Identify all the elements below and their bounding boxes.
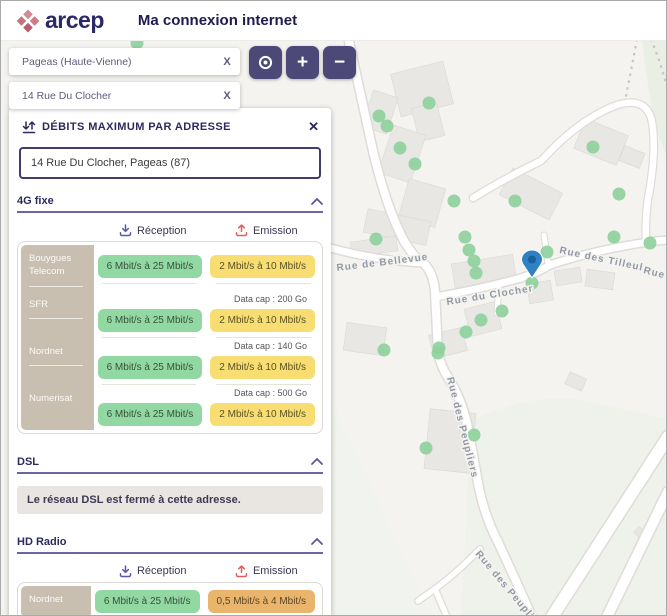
table-row: Bouygues Telecom 6 Mbit/s à 25 Mbit/s 2 … bbox=[21, 245, 319, 291]
address-input-small[interactable] bbox=[9, 90, 214, 102]
emission-column-header: Emission bbox=[210, 565, 324, 578]
arcep-logo[interactable]: arcep bbox=[15, 7, 104, 34]
operator-cell: SFR bbox=[21, 291, 94, 338]
reception-badge: 6 Mbit/s à 25 Mbit/s bbox=[98, 403, 203, 426]
reception-label: Réception bbox=[137, 225, 187, 237]
operator-cell: Bouygues Telecom bbox=[21, 245, 94, 291]
dsl-closed-notice: Le réseau DSL est fermé à cette adresse. bbox=[17, 486, 323, 514]
reception-badge: 6 Mbit/s à 25 Mbit/s bbox=[95, 590, 200, 613]
section-dsl-title: DSL bbox=[17, 456, 39, 468]
emission-label: Emission bbox=[253, 565, 298, 577]
download-icon bbox=[119, 224, 132, 237]
table-row: Numerisat Data cap : 500 Go 6 Mbit/s à 2… bbox=[21, 385, 319, 430]
clear-address-icon[interactable]: X bbox=[214, 90, 240, 102]
zoom-in-button[interactable]: + bbox=[286, 46, 319, 79]
emission-badge: 2 Mbit/s à 10 Mbit/s bbox=[210, 403, 315, 426]
app-header: arcep Ma connexion internet bbox=[1, 1, 667, 41]
upload-icon bbox=[235, 565, 248, 578]
target-icon bbox=[257, 54, 274, 71]
emission-badge: 2 Mbit/s à 10 Mbit/s bbox=[210, 255, 315, 278]
close-icon[interactable]: ✕ bbox=[308, 119, 319, 135]
column-headers-hd-radio: Réception Emission bbox=[17, 565, 323, 578]
arcep-logo-icon bbox=[15, 8, 41, 34]
zoom-out-button[interactable]: − bbox=[323, 46, 356, 79]
section-4g-fixe[interactable]: 4G fixe bbox=[17, 195, 323, 213]
reception-column-header: Réception bbox=[96, 565, 210, 578]
section-hd-radio-title: HD Radio bbox=[17, 536, 67, 548]
app-window: Rue de Bellevue Rue des Tilleuls Rue d R… bbox=[0, 0, 667, 616]
reception-badge: 6 Mbit/s à 25 Mbit/s bbox=[98, 255, 203, 278]
address-search-field[interactable]: X bbox=[9, 82, 240, 109]
chevron-up-icon[interactable] bbox=[311, 198, 323, 205]
upload-icon bbox=[235, 224, 248, 237]
locate-button[interactable] bbox=[249, 46, 282, 79]
operator-cell: Nordnet bbox=[21, 586, 91, 616]
data-cap: Data cap : 200 Go bbox=[94, 291, 319, 305]
emission-column-header: Emission bbox=[210, 224, 324, 237]
reception-column-header: Réception bbox=[96, 224, 210, 237]
table-row: Nordnet 6 Mbit/s à 25 Mbit/s 0,5 Mbit/s … bbox=[21, 586, 319, 616]
logo-text: arcep bbox=[45, 7, 104, 34]
table-row: SFR Data cap : 200 Go 6 Mbit/s à 25 Mbit… bbox=[21, 291, 319, 338]
emission-badge: 2 Mbit/s à 10 Mbit/s bbox=[210, 309, 315, 332]
map-controls: + − bbox=[249, 46, 356, 79]
panel-title: DÉBITS MAXIMUM PAR ADRESSE bbox=[42, 121, 231, 133]
commune-input[interactable] bbox=[9, 56, 214, 68]
section-dsl[interactable]: DSL bbox=[17, 456, 323, 474]
reception-badge: 6 Mbit/s à 25 Mbit/s bbox=[98, 356, 203, 379]
table-4g-fixe: Bouygues Telecom 6 Mbit/s à 25 Mbit/s 2 … bbox=[17, 241, 323, 434]
transfer-arrows-icon bbox=[22, 120, 36, 134]
data-cap: Data cap : 140 Go bbox=[94, 338, 319, 352]
table-hd-radio: Nordnet 6 Mbit/s à 25 Mbit/s 0,5 Mbit/s … bbox=[17, 582, 323, 616]
section-hd-radio[interactable]: HD Radio bbox=[17, 536, 323, 554]
table-row: Nordnet Data cap : 140 Go 6 Mbit/s à 25 … bbox=[21, 338, 319, 385]
operator-cell: Numerisat bbox=[21, 385, 94, 430]
emission-badge: 0,5 Mbit/s à 4 Mbit/s bbox=[208, 590, 315, 613]
clear-commune-icon[interactable]: X bbox=[214, 56, 240, 68]
selected-address-input[interactable] bbox=[19, 147, 321, 179]
operator-cell: Nordnet bbox=[21, 338, 94, 385]
emission-label: Emission bbox=[253, 225, 298, 237]
data-cap: Data cap : 500 Go bbox=[94, 385, 319, 399]
column-headers-4g: Réception Emission bbox=[17, 224, 323, 237]
reception-badge: 6 Mbit/s à 25 Mbit/s bbox=[98, 309, 203, 332]
emission-badge: 2 Mbit/s à 10 Mbit/s bbox=[210, 356, 315, 379]
commune-search-field[interactable]: X bbox=[9, 48, 240, 75]
section-4g-title: 4G fixe bbox=[17, 195, 54, 207]
chevron-up-icon[interactable] bbox=[311, 458, 323, 465]
download-icon bbox=[119, 565, 132, 578]
panel-header: DÉBITS MAXIMUM PAR ADRESSE ✕ bbox=[9, 108, 331, 135]
reception-label: Réception bbox=[137, 565, 187, 577]
debits-panel: DÉBITS MAXIMUM PAR ADRESSE ✕ 4G fixe Réc… bbox=[9, 108, 331, 616]
page-title: Ma connexion internet bbox=[138, 12, 297, 29]
chevron-up-icon[interactable] bbox=[311, 538, 323, 545]
